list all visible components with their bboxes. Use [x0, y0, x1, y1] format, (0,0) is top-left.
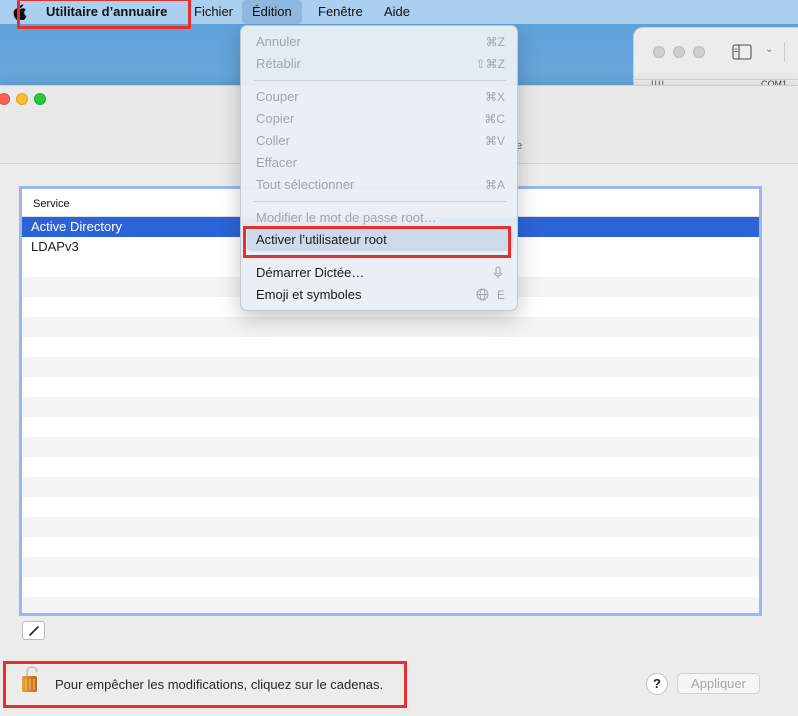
- minimize-dot-icon[interactable]: [673, 46, 685, 58]
- menu-item-label: Coller: [256, 133, 290, 148]
- menu-item-label: Tout sélectionner: [256, 177, 355, 192]
- apple-logo-icon[interactable]: [13, 4, 27, 20]
- menu-item-couper[interactable]: Couper ⌘X: [247, 86, 513, 108]
- edit-service-button[interactable]: [22, 621, 45, 640]
- empty-row: [22, 417, 759, 437]
- empty-row: [22, 557, 759, 577]
- menu-item-label: Annuler: [256, 34, 301, 49]
- help-button[interactable]: ?: [646, 673, 668, 695]
- menu-separator: [254, 256, 506, 257]
- menu-fenetre[interactable]: Fenêtre: [308, 0, 373, 24]
- empty-row: [22, 517, 759, 537]
- menu-separator: [254, 80, 506, 81]
- background-window-toolbar: ⌄: [634, 28, 798, 80]
- zoom-button[interactable]: [34, 93, 46, 105]
- menu-item-retablir[interactable]: Rétablir ⇧⌘Z: [247, 53, 513, 75]
- chevron-down-icon[interactable]: ⌄: [765, 44, 773, 55]
- menu-item-shortcut: ⇧⌘Z: [475, 57, 505, 71]
- menu-item-shortcut: ⌘X: [484, 90, 505, 104]
- menu-item-label: Démarrer Dictée…: [256, 265, 365, 280]
- minimize-button[interactable]: [16, 93, 28, 105]
- menu-item-annuler[interactable]: Annuler ⌘Z: [247, 31, 513, 53]
- menu-item-coller[interactable]: Coller ⌘V: [247, 130, 513, 152]
- menu-edition[interactable]: Édition: [242, 0, 302, 24]
- lock-message: Pour empêcher les modifications, cliquez…: [55, 677, 384, 692]
- menu-item-label: Copier: [256, 111, 295, 126]
- menu-aide[interactable]: Aide: [374, 0, 420, 24]
- close-button[interactable]: [0, 93, 10, 105]
- menu-item-modifier-mot-de-passe-root[interactable]: Modifier le mot de passe root…: [247, 207, 513, 229]
- empty-row: [22, 597, 759, 613]
- menu-item-shortcut: ⌘Z: [485, 35, 505, 49]
- menu-item-emoji-et-symboles[interactable]: Emoji et symboles E: [247, 284, 513, 306]
- apply-button[interactable]: Appliquer: [677, 673, 760, 694]
- empty-row: [22, 457, 759, 477]
- empty-row: [22, 397, 759, 417]
- menu-separator: [254, 201, 506, 202]
- menu-item-shortcut: E: [496, 288, 505, 302]
- menu-item-shortcut: ⌘C: [484, 112, 505, 126]
- close-dot-icon[interactable]: [653, 46, 665, 58]
- empty-row: [22, 357, 759, 377]
- menu-bar: Utilitaire d’annuaire Fichier Édition Fe…: [0, 0, 798, 24]
- menu-item-label: Activer l’utilisateur root: [256, 232, 387, 247]
- menu-item-shortcut: ⌘A: [484, 178, 505, 192]
- menu-item-demarrer-dictee[interactable]: Démarrer Dictée…: [247, 262, 513, 284]
- pencil-icon: [28, 625, 39, 636]
- globe-icon: [476, 288, 489, 301]
- menu-fichier[interactable]: Fichier: [184, 0, 243, 24]
- edit-menu: Annuler ⌘Z Rétablir ⇧⌘Z Couper ⌘X Copier…: [240, 25, 518, 311]
- menu-item-label: Couper: [256, 89, 299, 104]
- empty-row: [22, 537, 759, 557]
- menu-item-tout-selectionner[interactable]: Tout sélectionner ⌘A: [247, 174, 513, 196]
- menu-item-label: Emoji et symboles: [256, 287, 362, 302]
- sidebar-toggle-icon[interactable]: [731, 43, 753, 61]
- lock-icon[interactable]: [21, 665, 41, 693]
- empty-row: [22, 477, 759, 497]
- empty-row: [22, 377, 759, 397]
- empty-row: [22, 317, 759, 337]
- empty-row: [22, 497, 759, 517]
- empty-row: [22, 337, 759, 357]
- microphone-icon: [493, 266, 503, 279]
- zoom-dot-icon[interactable]: [693, 46, 705, 58]
- menu-item-label: Rétablir: [256, 56, 301, 71]
- menu-item-copier[interactable]: Copier ⌘C: [247, 108, 513, 130]
- menu-item-label: Modifier le mot de passe root…: [256, 210, 437, 225]
- menu-app-name[interactable]: Utilitaire d’annuaire: [36, 0, 177, 24]
- menu-item-activer-utilisateur-root[interactable]: Activer l’utilisateur root: [247, 229, 513, 251]
- empty-row: [22, 577, 759, 597]
- menu-item-shortcut: ⌘V: [484, 134, 505, 148]
- empty-row: [22, 437, 759, 457]
- menu-item-label: Effacer: [256, 155, 297, 170]
- menu-item-effacer[interactable]: Effacer: [247, 152, 513, 174]
- toolbar-divider: [784, 42, 785, 62]
